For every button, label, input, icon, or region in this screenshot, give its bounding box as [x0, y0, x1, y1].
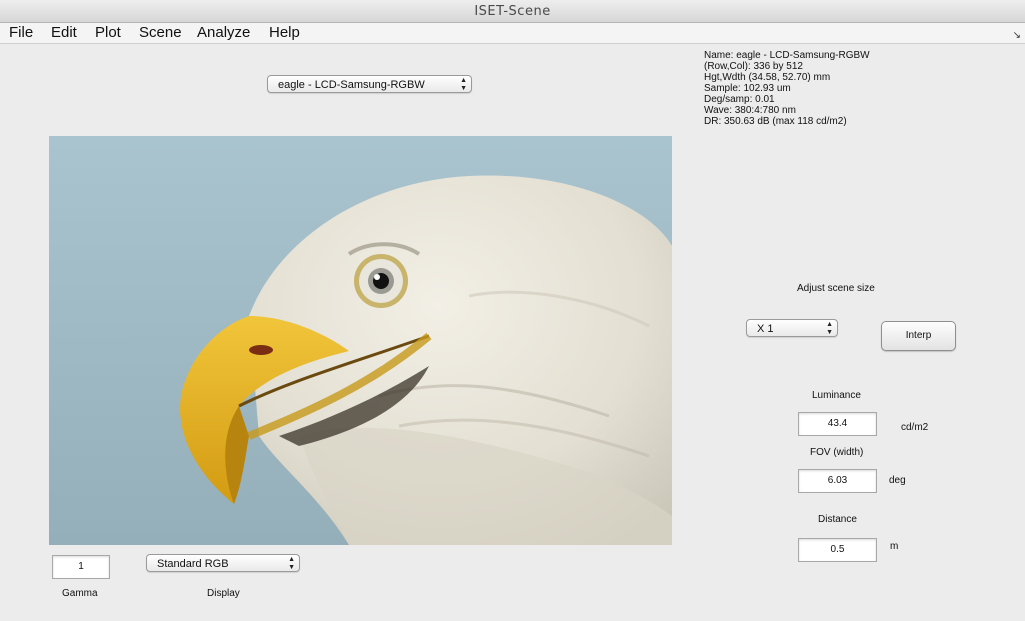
adjust-scene-size-label: Adjust scene size: [797, 283, 875, 294]
luminance-label: Luminance: [812, 390, 861, 401]
fov-unit: deg: [889, 475, 906, 486]
scene-info: Name: eagle - LCD-Samsung-RGBW (Row,Col)…: [704, 50, 870, 127]
luminance-unit: cd/m2: [901, 422, 929, 433]
info-name: Name: eagle - LCD-Samsung-RGBW: [704, 50, 870, 61]
display-label: Display: [207, 588, 240, 599]
info-height-width: Hgt,Wdth (34.58, 52.70) mm: [704, 72, 831, 83]
menu-bar: File Edit Plot Scene Analyze Help ↘: [0, 23, 1025, 44]
scene-select[interactable]: eagle - LCD-Samsung-RGBW ▲ ▼: [267, 75, 472, 93]
menu-analyze[interactable]: Analyze: [197, 23, 250, 43]
eagle-image: [49, 136, 672, 545]
gamma-label: Gamma: [62, 588, 98, 599]
distance-label: Distance: [818, 514, 857, 525]
scene-image: [49, 136, 672, 545]
iset-scene-window: ISET-Scene File Edit Plot Scene Analyze …: [0, 0, 1025, 621]
scene-size-select[interactable]: X 1 ▲ ▼: [746, 319, 838, 337]
updown-arrows-icon: ▲ ▼: [460, 77, 467, 92]
info-wave: Wave: 380:4:780 nm: [704, 105, 796, 116]
display-select-value: Standard RGB: [157, 558, 229, 570]
display-select[interactable]: Standard RGB ▲ ▼: [146, 554, 300, 572]
interp-button[interactable]: Interp: [881, 321, 956, 351]
menu-edit[interactable]: Edit: [51, 23, 77, 43]
menu-scene[interactable]: Scene: [139, 23, 182, 43]
title-bar: ISET-Scene: [0, 0, 1025, 23]
luminance-field[interactable]: 43.4: [798, 412, 877, 436]
diagonal-arrow-icon[interactable]: ↘: [1013, 26, 1021, 46]
info-deg-samp: Deg/samp: 0.01: [704, 94, 775, 105]
menu-help[interactable]: Help: [269, 23, 300, 43]
info-dynamic-range: DR: 350.63 dB (max 118 cd/m2): [704, 116, 847, 127]
distance-unit: m: [890, 541, 899, 552]
fov-field[interactable]: 6.03: [798, 469, 877, 493]
menu-file[interactable]: File: [9, 23, 33, 43]
info-rowcol: (Row,Col): 336 by 512: [704, 61, 803, 72]
scene-size-value: X 1: [757, 323, 774, 335]
info-sample: Sample: 102.93 um: [704, 83, 791, 94]
window-title: ISET-Scene: [474, 4, 551, 19]
updown-arrows-icon: ▲ ▼: [288, 556, 295, 571]
updown-arrows-icon: ▲ ▼: [826, 321, 833, 336]
distance-field[interactable]: 0.5: [798, 538, 877, 562]
gamma-field[interactable]: 1: [52, 555, 110, 579]
menu-plot[interactable]: Plot: [95, 23, 121, 43]
fov-label: FOV (width): [810, 447, 864, 458]
scene-select-value: eagle - LCD-Samsung-RGBW: [278, 79, 425, 91]
